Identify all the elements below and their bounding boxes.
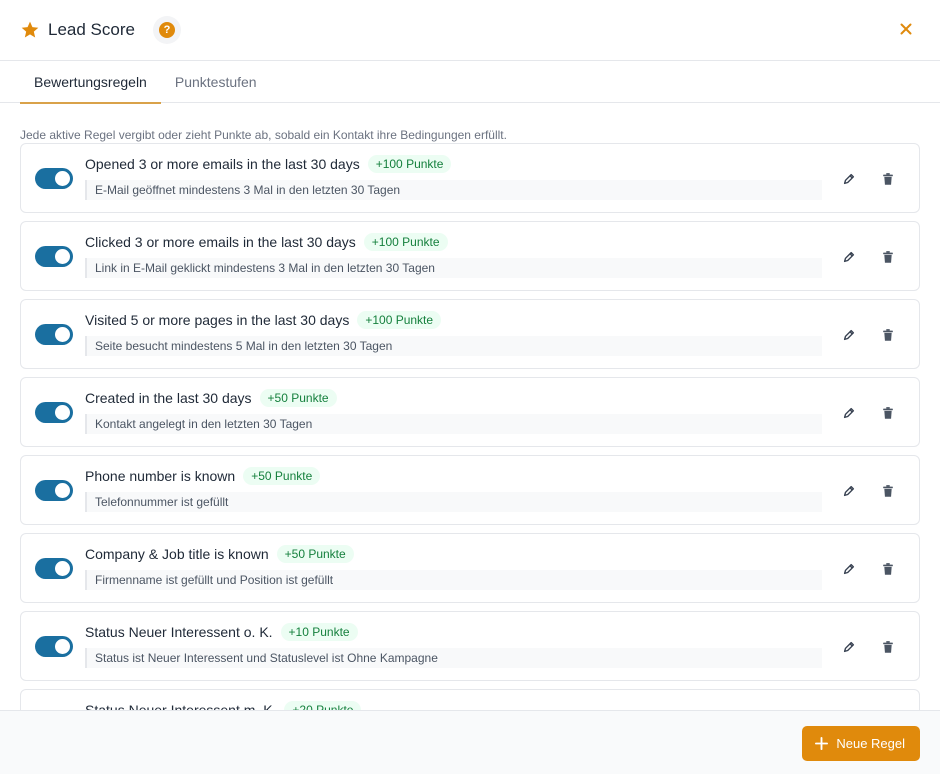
delete-rule-button[interactable] [878,403,898,423]
help-button[interactable]: ? [152,16,181,44]
trash-icon [883,173,893,185]
pencil-icon [843,329,855,341]
rules-hint: Jede aktive Regel vergibt oder zieht Pun… [20,128,507,142]
trash-icon [883,407,893,419]
points-badge: +100 Punkte [363,233,448,251]
rule-title: Status Neuer Interessent m. K. [85,702,277,710]
rule-description: Link in E-Mail geklickt mindestens 3 Mal… [85,258,822,278]
close-icon[interactable] [898,21,914,37]
points-badge: +50 Punkte [243,467,321,485]
edit-rule-button[interactable] [839,637,859,657]
rule-description: Seite besucht mindestens 5 Mal in den le… [85,336,822,356]
pencil-icon [843,407,855,419]
edit-rule-button[interactable] [839,169,859,189]
pencil-icon [843,641,855,653]
trash-icon [883,251,893,263]
trash-icon [883,641,893,653]
help-icon: ? [158,22,175,38]
delete-rule-button[interactable] [878,559,898,579]
pencil-icon [843,251,855,263]
pencil-icon [843,173,855,185]
delete-rule-button[interactable] [878,247,898,267]
rule-toggle[interactable] [35,636,73,657]
rule-card: Created in the last 30 days +50 Punkte Kon… [20,377,920,447]
tab-bar: Bewertungsregeln Punktestufen [0,61,940,104]
toggle-knob [55,405,70,420]
points-badge: +100 Punkte [357,311,442,329]
rule-card: Visited 5 or more pages in the last 30 d… [20,299,920,369]
star-icon [21,21,39,38]
pencil-icon [843,485,855,497]
new-rule-button[interactable]: Neue Regel [802,726,920,761]
rule-description: Firmenname ist gefüllt und Position ist … [85,570,822,590]
toggle-knob [55,483,70,498]
points-badge: +10 Punkte [280,623,358,641]
rule-description: Status ist Neuer Interessent und Statusl… [85,648,822,668]
rule-card: Status Neuer Interessent m. K. +20 Punkte [20,689,920,710]
rule-card: Phone number is known +50 Punkte Telefonnu… [20,455,920,525]
points-badge: +50 Punkte [276,545,354,563]
rule-card: Company & Job title is known +50 Punkte Fi… [20,533,920,603]
toggle-knob [55,249,70,264]
rule-description: Telefonnummer ist gefüllt [85,492,822,512]
rule-description: E-Mail geöffnet mindestens 3 Mal in den … [85,180,822,200]
rule-toggle[interactable] [35,402,73,423]
trash-icon [883,329,893,341]
points-badge: +20 Punkte [284,701,362,710]
rule-description: Kontakt angelegt in den letzten 30 Tagen [85,414,822,434]
rule-title: Phone number is known [85,468,236,484]
rule-title: Opened 3 or more emails in the last 30 d… [85,156,360,172]
rule-title: Clicked 3 or more emails in the last 30 … [85,234,356,250]
tab-bewertungsregeln[interactable]: Bewertungsregeln [20,61,161,104]
edit-rule-button[interactable] [839,481,859,501]
delete-rule-button[interactable] [878,637,898,657]
rule-title-row: Visited 5 or more pages in the last 30 d… [85,311,442,329]
delete-rule-button[interactable] [878,169,898,189]
edit-rule-button[interactable] [839,403,859,423]
rule-title-row: Status Neuer Interessent m. K. +20 Punkte [85,701,362,710]
toggle-knob [55,327,70,342]
toggle-knob [55,639,70,654]
points-badge: +100 Punkte [367,155,452,173]
delete-rule-button[interactable] [878,481,898,501]
rule-title-row: Opened 3 or more emails in the last 30 d… [85,155,452,173]
delete-rule-button[interactable] [878,325,898,345]
rule-toggle[interactable] [35,558,73,579]
rule-title-row: Company & Job title is known +50 Punkte [85,545,354,563]
rule-title-row: Clicked 3 or more emails in the last 30 … [85,233,448,251]
rule-title-row: Phone number is known +50 Punkte [85,467,321,485]
toggle-knob [55,171,70,186]
tab-punktestufen[interactable]: Punktestufen [161,61,271,103]
rule-toggle[interactable] [35,246,73,267]
rule-title: Company & Job title is known [85,546,269,562]
dialog-header: Lead Score ? [0,0,940,61]
trash-icon [883,563,893,575]
dialog-title: Lead Score [48,20,135,39]
new-rule-label: Neue Regel [836,736,905,751]
rule-title-row: Status Neuer Interessent o. K. +10 Punkte [85,623,358,641]
toggle-knob [55,561,70,576]
rule-card: Opened 3 or more emails in the last 30 d… [20,143,920,213]
rule-toggle[interactable] [35,324,73,345]
edit-rule-button[interactable] [839,247,859,267]
points-badge: +50 Punkte [259,389,337,407]
rule-title-row: Created in the last 30 days +50 Punkte [85,389,337,407]
pencil-icon [843,563,855,575]
rules-list[interactable]: Jede aktive Regel vergibt oder zieht Pun… [0,103,940,710]
rule-title: Status Neuer Interessent o. K. [85,624,273,640]
dialog-footer: Neue Regel [0,710,940,774]
edit-rule-button[interactable] [839,325,859,345]
rule-title: Created in the last 30 days [85,390,252,406]
trash-icon [883,485,893,497]
rule-toggle[interactable] [35,480,73,501]
rule-card: Clicked 3 or more emails in the last 30 … [20,221,920,291]
edit-rule-button[interactable] [839,559,859,579]
rule-title: Visited 5 or more pages in the last 30 d… [85,312,350,328]
plus-icon [815,737,829,750]
rule-card: Status Neuer Interessent o. K. +10 Punkte… [20,611,920,681]
rule-toggle[interactable] [35,168,73,189]
